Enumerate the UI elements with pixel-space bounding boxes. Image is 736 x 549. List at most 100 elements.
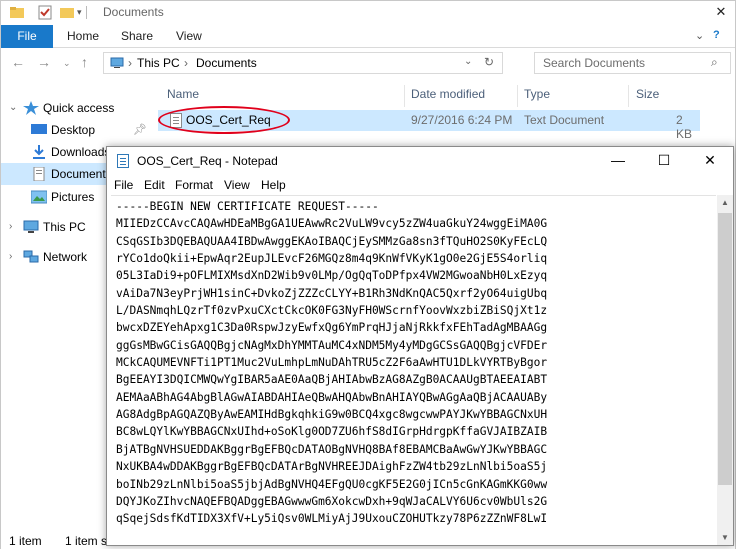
sidebar-label: Desktop <box>51 123 96 137</box>
sidebar-label: Downloads <box>51 145 111 159</box>
folder-icon <box>10 7 24 18</box>
sidebar-item-quick-access[interactable]: ⌄ Quick access <box>1 97 156 119</box>
close-icon[interactable]: ✕ <box>687 147 733 175</box>
column-separator <box>628 85 629 107</box>
text-line: BgEEAYI3DQICMWQwYgIBAR5aAE0AaQBjAHIAbwBz… <box>116 373 548 387</box>
customize-toolbar-chevron-icon[interactable]: ▾ <box>77 7 93 22</box>
desktop-icon <box>31 124 47 134</box>
sidebar-label: Quick access <box>43 101 115 115</box>
menu-format[interactable]: Format <box>175 178 213 192</box>
notepad-menu-bar: File Edit Format View Help <box>107 175 733 195</box>
menu-help[interactable]: Help <box>261 178 286 192</box>
tab-view[interactable]: View <box>176 25 202 48</box>
text-line: NxUKBA4wDDAKBggrBgEFBQcDATArBgNVHREEJDAi… <box>116 460 548 474</box>
breadcrumb-separator-icon: › <box>184 56 188 70</box>
scrollbar-thumb[interactable] <box>718 213 732 485</box>
sidebar-label: This PC <box>43 220 86 234</box>
forward-arrow-icon[interactable]: → <box>37 54 51 70</box>
text-line: 05L3IaDi9+pOFLMIXMsdXnD2Wib9v0LMp/OgQqTo… <box>116 269 548 283</box>
breadcrumb-separator-icon: › <box>128 56 132 70</box>
back-arrow-icon[interactable]: ← <box>11 54 25 70</box>
text-line: -----BEGIN NEW CERTIFICATE REQUEST----- <box>116 200 379 213</box>
search-input[interactable]: Search Documents <box>543 56 645 70</box>
file-size: 2 KB <box>676 113 693 141</box>
menu-file[interactable]: File <box>114 178 133 192</box>
address-dropdown-icon[interactable]: ⌄ <box>464 56 472 67</box>
expand-chevron-icon[interactable]: › <box>9 216 12 238</box>
text-line: MCkCAQUMEVNFTi1PT1Muc2VuLmhpLmNuDAhTRU5c… <box>116 356 548 370</box>
notepad-title: OOS_Cert_Req - Notepad <box>137 154 278 168</box>
text-line: boINb29zLnNlbi5oaS5jbjAdBgNVHQ4EFgQU0cgK… <box>116 477 548 491</box>
properties-icon[interactable] <box>37 5 53 20</box>
window-title: Documents <box>103 5 164 19</box>
pictures-icon <box>31 190 47 204</box>
text-line: ggGsMBwGCisGAQQBgjcNAgMxDhYMMTAuMC4xNDM5… <box>116 338 548 352</box>
certificate-text: -----BEGIN NEW CERTIFICATE REQUEST----- M… <box>116 198 547 528</box>
column-separator <box>404 85 405 107</box>
computer-icon <box>110 57 124 68</box>
vertical-scrollbar[interactable]: ▲ ▼ <box>717 195 733 545</box>
scroll-up-icon[interactable]: ▲ <box>717 198 733 207</box>
recent-locations-icon[interactable]: ⌄ <box>63 58 71 69</box>
menu-view[interactable]: View <box>224 178 250 192</box>
text-line: AEMAaABhAG4AbgBlAGwAIABDAHIAeQBwAHQAbwBn… <box>116 390 548 404</box>
expand-chevron-icon[interactable]: › <box>9 246 12 268</box>
column-separator <box>517 85 518 107</box>
ribbon-tabs: File Home Share View ⌄ ? <box>1 25 735 48</box>
text-line: MIIEDzCCAvcCAQAwHDEaMBgGA1UEAwwRc2VuLW9v… <box>116 217 548 231</box>
search-icon[interactable]: ⌕ <box>711 55 718 70</box>
notepad-window: OOS_Cert_Req - Notepad — ☐ ✕ File Edit F… <box>106 146 734 546</box>
text-line: AG8AdgBpAGQAZQByAwEAMIHdBgkqhkiG9w0BCQ4x… <box>116 408 548 422</box>
star-icon <box>23 101 39 115</box>
tab-home[interactable]: Home <box>67 25 99 48</box>
maximize-icon[interactable]: ☐ <box>641 147 687 175</box>
sidebar-item-desktop[interactable]: Desktop 📌︎ <box>1 119 156 141</box>
network-icon <box>23 250 39 263</box>
column-header-name[interactable]: Name <box>167 85 199 107</box>
search-box[interactable]: Search Documents ⌕ <box>534 52 731 74</box>
sidebar-label: Network <box>43 250 88 264</box>
text-line: vAiDa7N3eyPrjWH1sinC+DvkoZjZZZcCLYY+B1Rh… <box>116 286 548 300</box>
highlight-annotation <box>158 106 290 134</box>
address-row: ← → ⌄ ↑ › This PC › Documents ⌄ ↻ Search… <box>1 48 735 80</box>
notepad-title-bar: OOS_Cert_Req - Notepad — ☐ ✕ <box>107 147 733 175</box>
title-separator <box>86 6 87 19</box>
explorer-title-bar: ▾ Documents ✕ <box>1 1 735 25</box>
sidebar-label: Documents <box>51 167 112 181</box>
breadcrumb-this-pc[interactable]: This PC <box>137 56 180 70</box>
new-folder-icon[interactable] <box>59 5 75 20</box>
column-header-date-modified[interactable]: Date modified <box>411 85 485 107</box>
sidebar-label: Pictures <box>51 190 95 204</box>
refresh-icon[interactable]: ↻ <box>484 55 494 69</box>
notepad-text-area[interactable]: -----BEGIN NEW CERTIFICATE REQUEST----- M… <box>111 195 716 545</box>
address-bar[interactable]: › This PC › Documents ⌄ ↻ <box>103 52 503 74</box>
file-type: Text Document <box>524 113 605 127</box>
text-line: BC8wLQYlKwYBBAGCNxUIhd+oSoKlg0OD7ZU6hfS8… <box>116 425 548 439</box>
collapse-chevron-icon[interactable]: ⌄ <box>9 97 17 119</box>
scroll-down-icon[interactable]: ▼ <box>717 533 733 542</box>
pin-icon[interactable]: 📌︎ <box>133 119 147 141</box>
column-header-size[interactable]: Size <box>636 85 659 107</box>
text-line: qSqejSdsfKdTIDX3XfV+Ly5iQsv0WLMiyAjJ9Uxo… <box>116 512 548 526</box>
notepad-icon <box>117 154 129 168</box>
text-line: rYCo1doQkii+EpwAqr2EupJLEvcF26MGQz8m4q9K… <box>116 252 548 266</box>
status-item-count: 1 item <box>9 534 42 548</box>
expand-ribbon-icon[interactable]: ⌄ <box>695 29 704 42</box>
text-line: BjATBgNVHSUEDDAKBggrBgEFBQcDATAOBgNVHQ8B… <box>116 442 548 456</box>
text-line: L/DASNmqhLQzrTf0zvPxuCXctCkcOK0FG3NyFH0W… <box>116 304 548 318</box>
text-line: DQYJKoZIhvcNAQEFBQADggEBAGwwwGm6XokcwDxh… <box>116 494 548 508</box>
documents-icon <box>33 167 45 181</box>
help-icon[interactable]: ? <box>713 29 720 41</box>
file-date-modified: 9/27/2016 6:24 PM <box>411 113 513 127</box>
tab-file[interactable]: File <box>1 25 53 48</box>
breadcrumb-documents[interactable]: Documents <box>196 56 257 70</box>
up-arrow-icon[interactable]: ↑ <box>81 54 88 70</box>
minimize-icon[interactable]: — <box>595 147 641 175</box>
column-header-type[interactable]: Type <box>524 85 550 107</box>
download-icon <box>33 145 45 159</box>
tab-share[interactable]: Share <box>121 25 153 48</box>
close-icon[interactable]: ✕ <box>707 1 735 25</box>
menu-edit[interactable]: Edit <box>144 178 165 192</box>
computer-icon <box>23 220 39 233</box>
text-line: bwcxDZEYehApxg1C3Da0RspwJzyEwfxQg6YmPrqH… <box>116 321 548 335</box>
